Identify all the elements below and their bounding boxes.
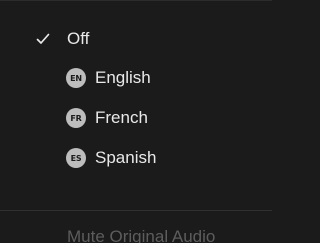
mute-original-audio-label: Mute Original Audio (67, 226, 216, 243)
language-interpretation-menu: Off EN English FR French ES Spanish Mute… (0, 0, 272, 243)
menu-item-english-label: English (95, 68, 151, 87)
fr-badge-icon: FR (66, 108, 86, 128)
menu-item-spanish-label: Spanish (95, 148, 157, 167)
en-badge-icon: EN (66, 68, 86, 88)
menu-item-spanish[interactable]: ES Spanish (0, 142, 272, 174)
menu-item-off-label: Off (67, 29, 90, 48)
menu-item-off[interactable]: Off (0, 23, 272, 55)
es-badge-icon: ES (66, 148, 86, 168)
mute-original-audio-item: Mute Original Audio (0, 226, 272, 243)
menu-item-french-label: French (95, 108, 148, 127)
menu-item-english[interactable]: EN English (0, 62, 272, 94)
menu-divider (0, 210, 272, 211)
checkmark-icon (36, 33, 50, 44)
menu-item-french[interactable]: FR French (0, 102, 272, 134)
